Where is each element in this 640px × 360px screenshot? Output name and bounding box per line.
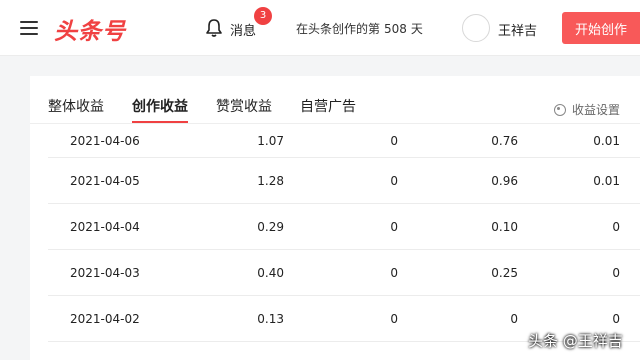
date-cell: 2021-04-06: [70, 133, 140, 148]
value-cell: 0.10: [491, 219, 518, 234]
tab-own-ads[interactable]: 自营广告: [300, 96, 356, 116]
value-cell: 0.76: [491, 133, 518, 148]
value-cell: 0: [390, 133, 398, 148]
tab-creation-earnings[interactable]: 创作收益: [132, 96, 188, 116]
tab-appreciation-earnings[interactable]: 赞赏收益: [216, 96, 272, 116]
creator-days-text: 在头条创作的第 508 天: [296, 20, 423, 37]
date-cell: 2021-04-05: [70, 173, 140, 188]
table-row: 2021-04-06 1.07 0 0.76 0.01: [48, 124, 640, 158]
earnings-settings-label: 收益设置: [572, 103, 621, 117]
notification-count-badge: 3: [254, 7, 272, 25]
value-cell: 0.01: [593, 173, 620, 188]
total-cell: 0.13: [257, 311, 284, 326]
total-cell: 1.28: [257, 173, 284, 188]
start-creating-button[interactable]: 开始创作: [562, 12, 640, 44]
table-row: 2021-04-03 0.40 0 0.25 0: [48, 250, 640, 296]
earnings-table: 2021-04-06 1.07 0 0.76 0.01 2021-04-05 1…: [48, 124, 640, 342]
gear-icon: [554, 104, 566, 116]
value-cell: 0: [390, 173, 398, 188]
table-row: 2021-04-04 0.29 0 0.10 0: [48, 204, 640, 250]
menu-icon[interactable]: [20, 21, 38, 35]
value-cell: 0: [612, 311, 620, 326]
value-cell: 0: [612, 265, 620, 280]
value-cell: 0: [390, 219, 398, 234]
creator-days-prefix: 在头条创作的第: [296, 22, 381, 36]
notifications-label: 消息: [230, 24, 257, 39]
logo[interactable]: 头条号: [54, 12, 126, 46]
date-cell: 2021-04-04: [70, 219, 140, 234]
total-cell: 0.29: [257, 219, 284, 234]
value-cell: 0.01: [593, 133, 620, 148]
value-cell: 0: [612, 219, 620, 234]
total-cell: 1.07: [257, 133, 284, 148]
username[interactable]: 王祥吉: [498, 20, 537, 39]
top-bar: 头条号 消息 3 在头条创作的第 508 天 王祥吉 开始创作: [0, 0, 640, 56]
avatar[interactable]: [462, 14, 490, 42]
total-cell: 0.40: [257, 265, 284, 280]
tab-overall-earnings[interactable]: 整体收益: [48, 96, 104, 116]
value-cell: 0: [510, 311, 518, 326]
value-cell: 0.25: [491, 265, 518, 280]
earnings-tabs: 整体收益 创作收益 赞赏收益 自营广告 收益设置: [30, 76, 640, 124]
bell-icon: [206, 19, 222, 37]
value-cell: 0: [390, 265, 398, 280]
date-cell: 2021-04-03: [70, 265, 140, 280]
date-cell: 2021-04-02: [70, 311, 140, 326]
earnings-card: 整体收益 创作收益 赞赏收益 自营广告 收益设置 2021-04-06 1.07…: [30, 76, 640, 360]
watermark: 头条 @王祥吉: [528, 332, 623, 350]
table-row: 2021-04-05 1.28 0 0.96 0.01: [48, 158, 640, 204]
value-cell: 0: [390, 311, 398, 326]
value-cell: 0.96: [491, 173, 518, 188]
creator-days-count: 508: [384, 22, 407, 36]
earnings-settings-button[interactable]: 收益设置: [554, 101, 620, 118]
active-tab-indicator: [132, 121, 188, 123]
creator-days-suffix: 天: [410, 22, 423, 36]
